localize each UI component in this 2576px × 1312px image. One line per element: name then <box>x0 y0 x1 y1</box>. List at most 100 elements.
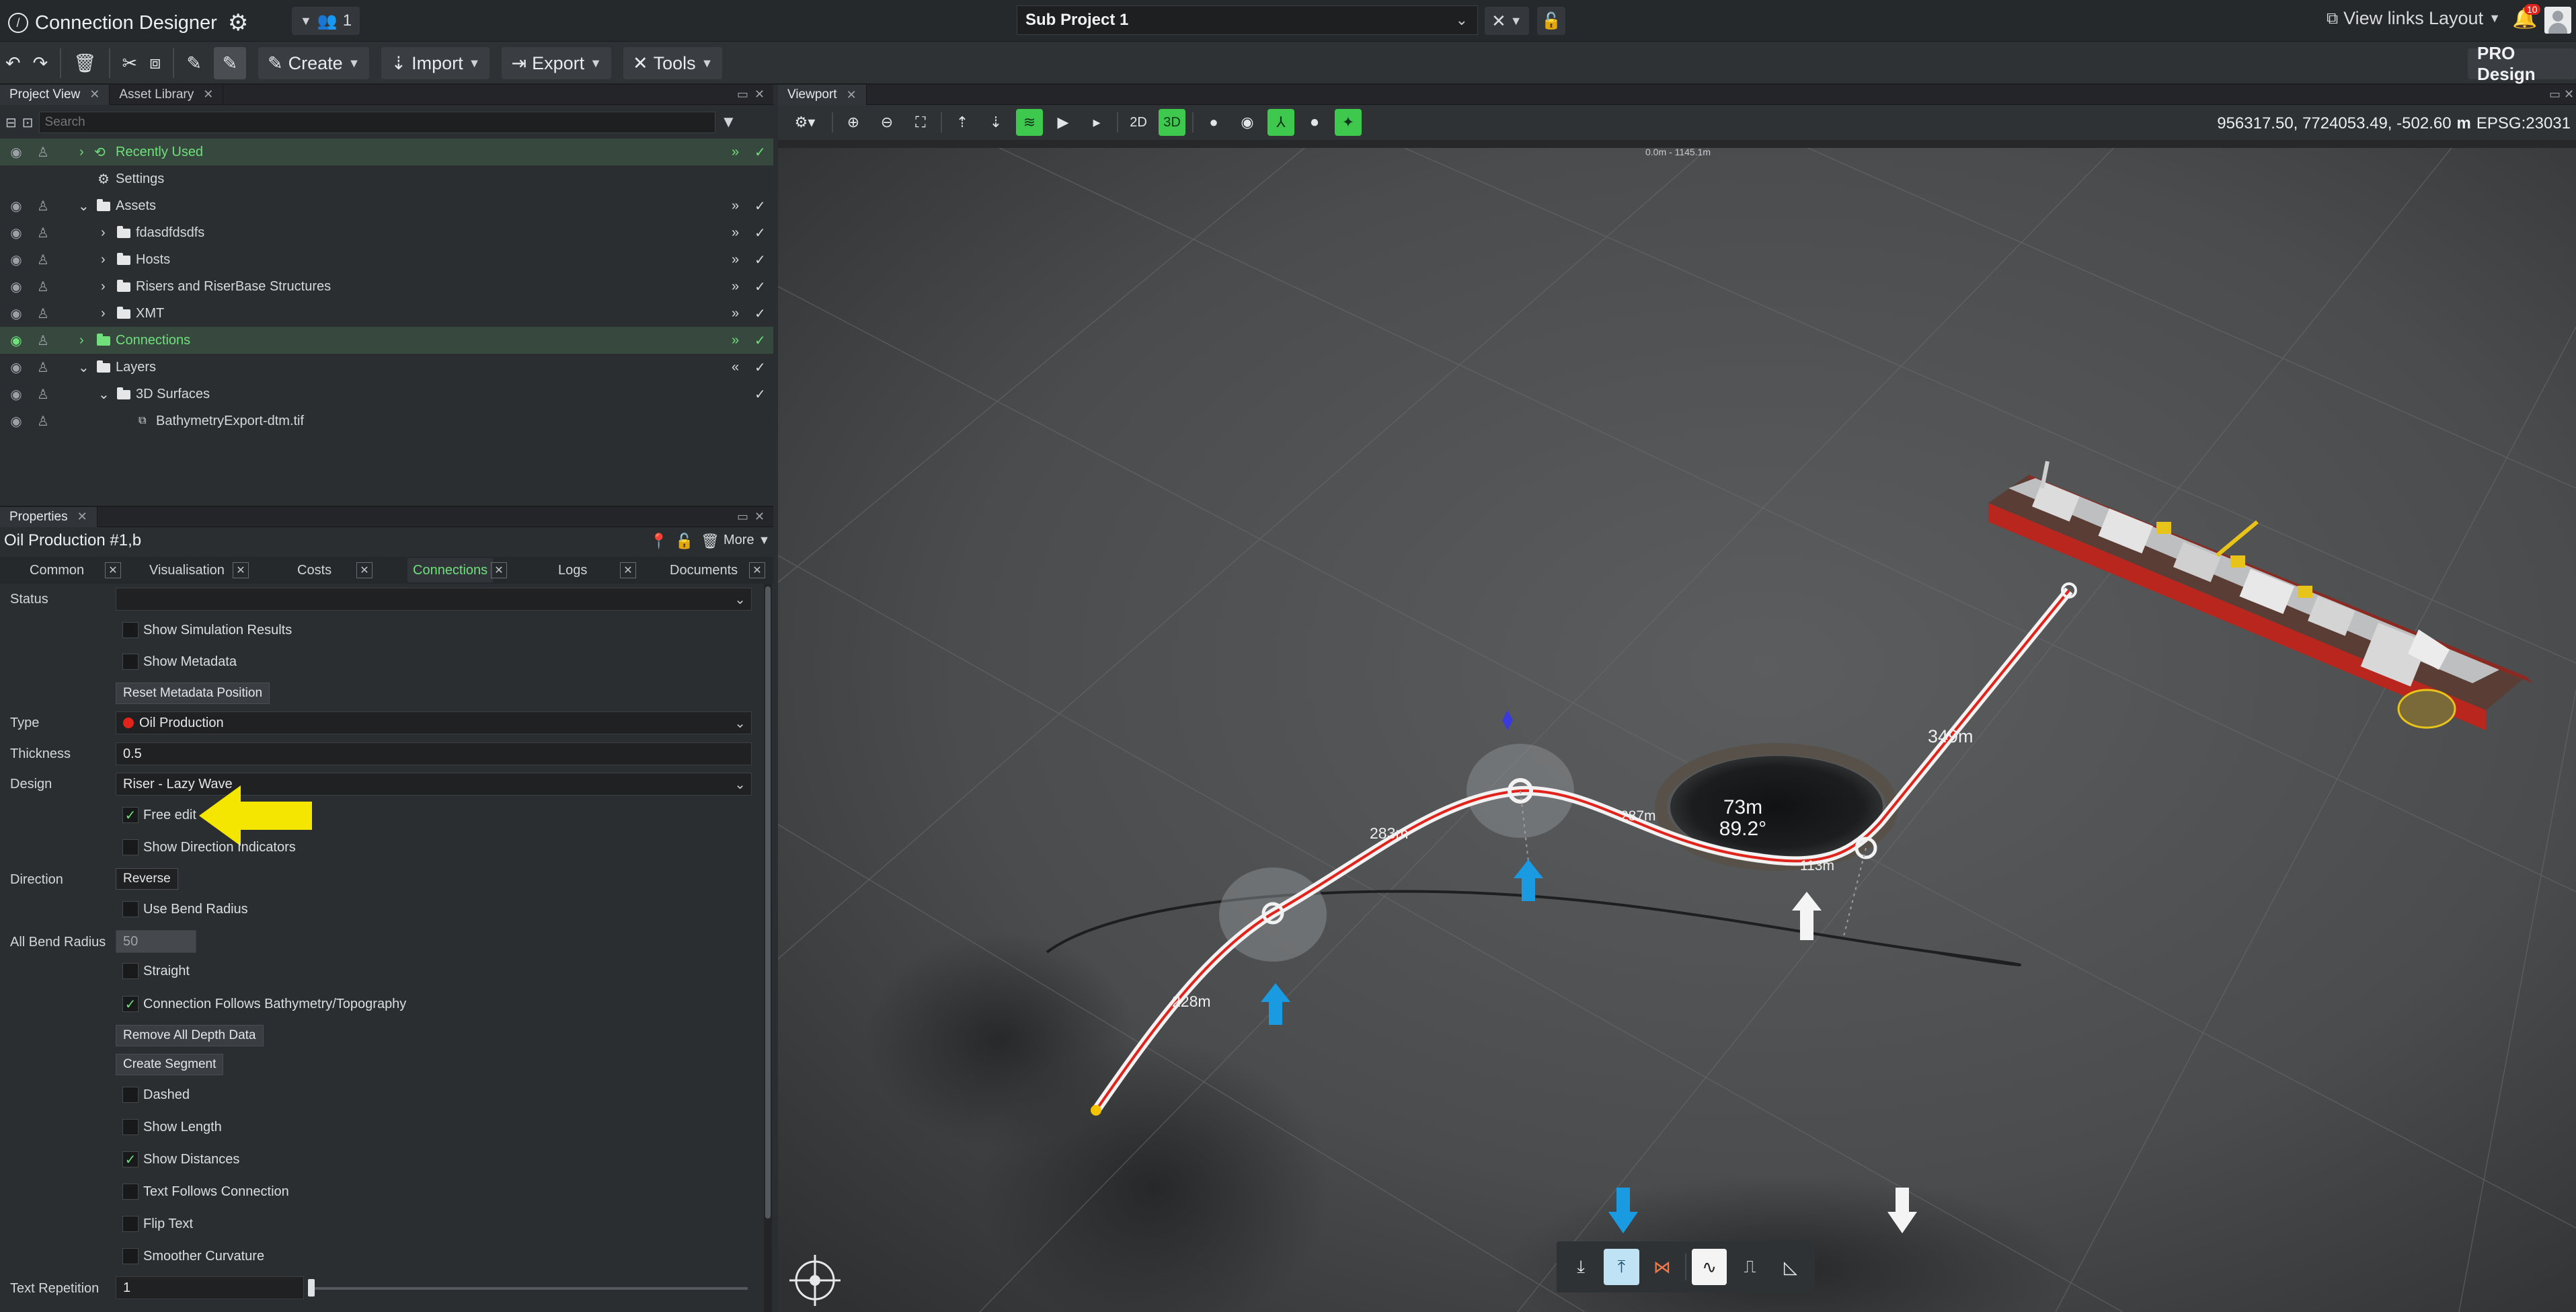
visibility-icon[interactable]: ◉ <box>4 330 28 350</box>
chevron-down-icon[interactable]: ⌄ <box>78 359 89 376</box>
pro-design-badge[interactable]: PRO Design <box>2468 43 2576 84</box>
use-bend-radius-checkbox[interactable] <box>122 901 139 917</box>
camera-icon[interactable]: ▶ <box>1050 109 1077 136</box>
draw-connection-icon[interactable]: ✎ <box>213 47 246 79</box>
tab-properties[interactable]: Properties ✕ <box>0 506 97 527</box>
check-icon[interactable]: ✓ <box>754 332 766 349</box>
close-icon[interactable]: ✕ <box>77 510 87 524</box>
smoother-curvature-checkbox[interactable] <box>122 1248 139 1264</box>
visibility-icon[interactable]: ◉ <box>4 411 28 431</box>
all-bend-radius-input[interactable]: 50 <box>116 930 196 953</box>
visibility-icon[interactable]: ◉ <box>4 223 28 243</box>
check-icon[interactable]: ✓ <box>754 305 766 322</box>
export-menu[interactable]: ⇥ Export ▼ <box>502 47 611 79</box>
lock-person-icon[interactable]: ♙ <box>31 196 55 216</box>
close-icon[interactable]: ✕ <box>754 510 765 524</box>
tab-documents[interactable]: Documents <box>670 558 738 582</box>
delete-icon[interactable]: 🗑 <box>73 47 96 79</box>
pencil-icon[interactable]: ✎ <box>186 47 202 79</box>
visibility-icon[interactable]: ◉ <box>4 384 28 404</box>
notifications-button[interactable]: 🔔 10 <box>2512 4 2540 30</box>
visibility-icon[interactable]: ◉ <box>4 303 28 323</box>
tree-item-assets[interactable]: ◉ ♙ ⌄ Assets » ✓ <box>0 192 773 219</box>
lock-person-icon[interactable]: ♙ <box>31 223 55 243</box>
visibility-icon[interactable]: ◉ <box>4 196 28 216</box>
chevron-right-icon[interactable]: › <box>101 306 106 321</box>
visibility-icon[interactable]: ◉ <box>4 357 28 377</box>
location-pin-icon[interactable]: 📍 <box>650 533 668 550</box>
visibility-icon[interactable]: ◉ <box>4 142 28 162</box>
collapse-all-icon[interactable]: » <box>732 225 739 241</box>
viewport[interactable]: Viewport ✕ ▭ ✕ ⚙▾ ⊕ ⊖ ⛶ ⇡ ⇣ ≋ ▶ ▸ 2D 3D … <box>778 85 2576 1312</box>
surface-up-icon[interactable]: ⇡ <box>949 109 976 136</box>
cut-icon[interactable]: ✂ <box>122 47 138 79</box>
slider-thumb[interactable] <box>308 1279 315 1297</box>
scrollbar-thumb[interactable] <box>765 586 771 1219</box>
filter-icon[interactable]: ▼ <box>721 113 737 132</box>
step-mode-icon[interactable]: ⎍ <box>1732 1249 1767 1285</box>
tab-visualisation[interactable]: Visualisation <box>149 558 225 582</box>
tree-item-connections[interactable]: ◉ ♙ › Connections » ✓ <box>0 327 773 354</box>
expand-all-icon[interactable]: « <box>732 360 739 375</box>
settings-gear-icon[interactable]: ⚙ <box>228 9 248 36</box>
status-select[interactable]: ⌄ <box>116 588 752 611</box>
chevron-right-icon[interactable]: › <box>101 279 106 295</box>
tree-view-icon[interactable]: ⊟ <box>5 114 17 131</box>
search-input[interactable] <box>38 112 715 133</box>
effects-icon[interactable]: ✦ <box>1335 109 1362 136</box>
check-icon[interactable]: ✓ <box>754 278 766 295</box>
show-distances-checkbox[interactable]: ✓ <box>122 1151 139 1167</box>
tree-item-hosts[interactable]: ◉ ♙ › Hosts » ✓ <box>0 246 773 273</box>
surface-down-icon[interactable]: ⇣ <box>982 109 1009 136</box>
mode-3d-button[interactable]: 3D <box>1159 109 1185 136</box>
show-length-checkbox[interactable] <box>122 1119 139 1135</box>
flip-text-checkbox[interactable] <box>122 1216 139 1232</box>
straight-checkbox[interactable] <box>122 963 139 979</box>
tab-costs[interactable]: Costs <box>297 558 331 582</box>
remove-depth-button[interactable]: Remove All Depth Data <box>116 1025 264 1046</box>
close-icon[interactable]: ✕ <box>754 87 765 102</box>
users-button[interactable]: ▼ 👥 1 <box>292 7 360 35</box>
crop-icon[interactable]: ⧈ <box>149 47 161 79</box>
lock-person-icon[interactable]: ♙ <box>31 411 55 431</box>
collapse-all-icon[interactable]: » <box>732 306 739 321</box>
maximize-icon[interactable]: ▭ <box>737 510 748 524</box>
tab-viewport[interactable]: Viewport ✕ <box>778 85 867 105</box>
create-menu[interactable]: ✎ Create ▼ <box>258 47 370 79</box>
text-follows-checkbox[interactable] <box>122 1184 139 1200</box>
collapse-all-icon[interactable]: » <box>732 145 739 160</box>
user-avatar[interactable] <box>2544 7 2571 34</box>
close-icon[interactable]: ✕ <box>749 562 765 578</box>
close-icon[interactable]: ✕ <box>203 87 213 102</box>
tab-connections[interactable]: Connections <box>407 558 494 582</box>
reset-metadata-position-button[interactable]: Reset Metadata Position <box>116 683 270 704</box>
check-icon[interactable]: ✓ <box>754 386 766 403</box>
reverse-button[interactable]: Reverse <box>116 868 178 890</box>
angle-mode-icon[interactable]: ◺ <box>1773 1249 1808 1285</box>
view-settings-icon[interactable]: ⚙▾ <box>785 109 825 136</box>
start-node[interactable] <box>1091 1105 1101 1116</box>
collapse-all-icon[interactable]: » <box>732 252 739 268</box>
dashed-checkbox[interactable] <box>122 1087 139 1103</box>
tree-item-3d-surfaces[interactable]: ◉ ♙ ⌄ 3D Surfaces ✓ <box>0 381 773 408</box>
more-menu[interactable]: More ▼ <box>724 533 770 548</box>
raise-node-icon[interactable]: ⤒ <box>1604 1249 1639 1285</box>
collapse-all-icon[interactable]: » <box>732 198 739 214</box>
lower-node-icon[interactable]: ⤓ <box>1563 1249 1598 1285</box>
check-icon[interactable]: ✓ <box>754 198 766 215</box>
close-icon[interactable]: ✕ <box>356 562 373 578</box>
create-segment-button[interactable]: Create Segment <box>116 1054 224 1075</box>
collapse-all-icon[interactable]: » <box>732 333 739 348</box>
close-icon[interactable]: ✕ <box>2564 87 2574 102</box>
maximize-icon[interactable]: ▭ <box>737 87 748 102</box>
check-icon[interactable]: ✓ <box>754 252 766 268</box>
project-tools-button[interactable]: ✕ ▼ <box>1485 7 1529 35</box>
check-icon[interactable]: ✓ <box>754 144 766 161</box>
tab-project-view[interactable]: Project View ✕ <box>0 84 110 105</box>
text-repetition-slider[interactable] <box>309 1287 748 1290</box>
text-repetition-input[interactable]: 1 <box>116 1276 304 1299</box>
view-links-button[interactable]: ⧉ View links <box>2327 8 2424 29</box>
check-icon[interactable]: ✓ <box>754 225 766 241</box>
lock-person-icon[interactable]: ♙ <box>31 276 55 297</box>
follows-bathymetry-checkbox[interactable]: ✓ <box>122 996 139 1012</box>
